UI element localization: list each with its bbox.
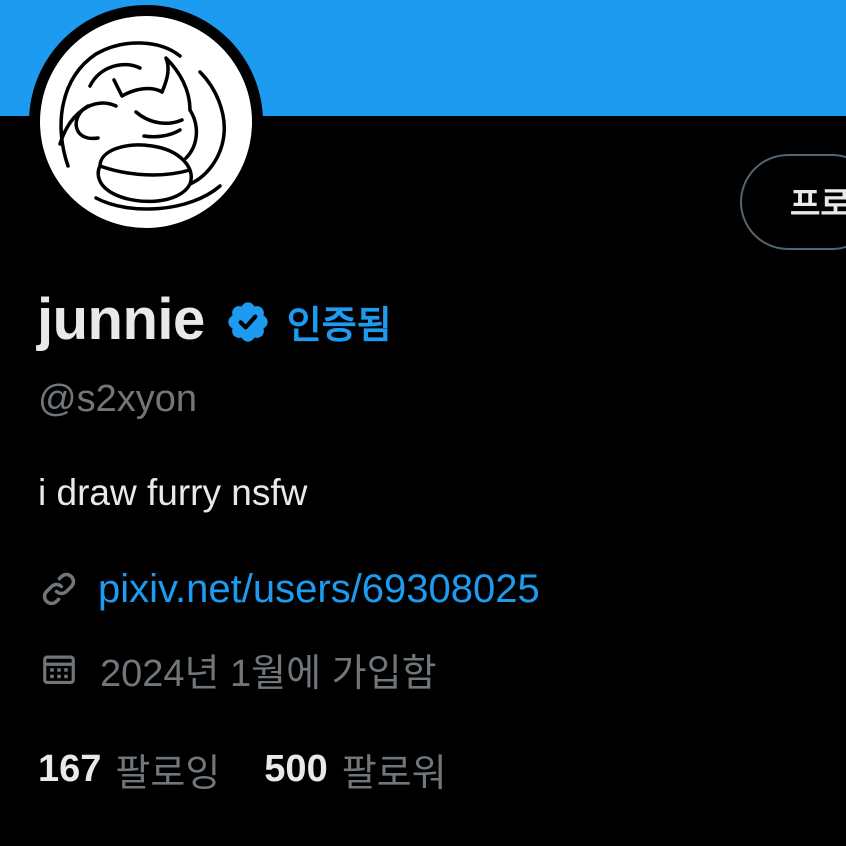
- following-stat[interactable]: 167 팔로잉: [38, 742, 220, 797]
- verified-badge-icon[interactable]: [225, 299, 271, 345]
- followers-stat[interactable]: 500 팔로워: [264, 742, 446, 797]
- website-link[interactable]: pixiv.net/users/69308025: [98, 567, 540, 612]
- user-bio: i draw furry nsfw: [38, 472, 308, 513]
- following-label: 팔로잉: [115, 752, 221, 795]
- avatar-drawing: [58, 41, 226, 211]
- followers-label: 팔로워: [341, 752, 447, 795]
- edit-profile-button[interactable]: 프로: [740, 154, 846, 250]
- user-handle: @s2xyon: [38, 378, 197, 420]
- stats-row: 167 팔로잉 500 팔로워: [38, 742, 447, 796]
- followers-count: 500: [264, 747, 328, 790]
- profile-page: 프로 junnie 인증됨 @s2xyon i draw furry nsfw …: [0, 0, 846, 846]
- calendar-icon: [43, 655, 75, 685]
- website-row: pixiv.net/users/69308025: [38, 564, 540, 614]
- avatar[interactable]: [29, 5, 263, 239]
- display-name: junnie: [37, 286, 205, 352]
- link-icon: [42, 572, 76, 606]
- joined-row: 2024년 1월에 가입함: [38, 643, 437, 695]
- verified-label[interactable]: 인증됨: [287, 294, 392, 349]
- name-row: junnie 인증됨: [37, 284, 392, 354]
- avatar-image: [40, 16, 252, 228]
- joined-date: 2024년 1월에 가입함: [100, 652, 437, 695]
- following-count: 167: [38, 747, 102, 790]
